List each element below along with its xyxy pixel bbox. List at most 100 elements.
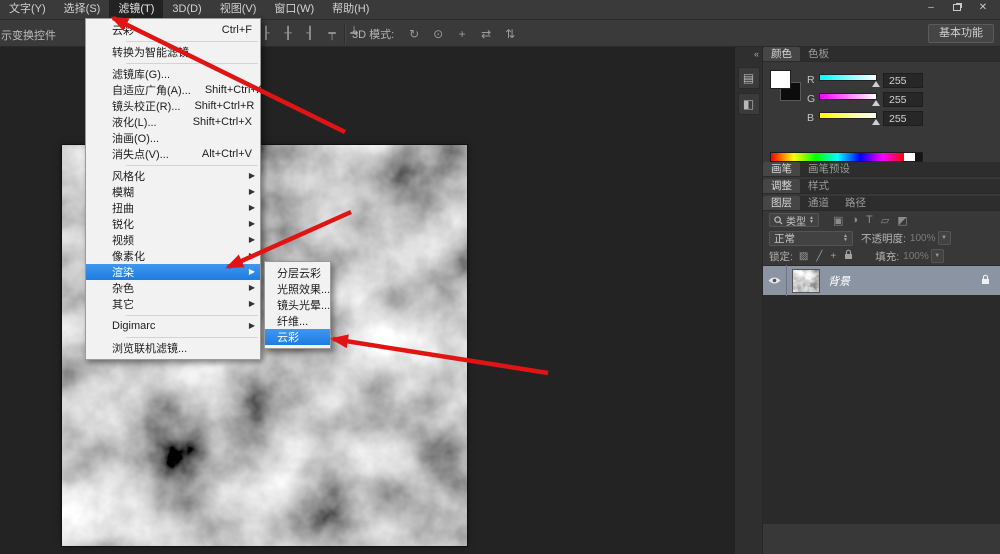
layer-name[interactable]: 背景 (828, 273, 850, 289)
red-slider-track[interactable] (819, 74, 877, 81)
fill-label: 填充: (875, 249, 899, 264)
filter-kind-dropdown[interactable]: 类型 ▲▼ (769, 213, 819, 227)
panel-tab[interactable]: 图层 (763, 196, 800, 210)
blue-value-field[interactable]: 255 (883, 111, 923, 126)
opacity-dropdown-button[interactable]: ▼ (938, 231, 951, 245)
submenu-item[interactable]: 镜头光晕... (265, 297, 330, 313)
filter-menu-item[interactable]: 风格化 ▶ (86, 168, 260, 184)
shape-layer-filter-icon[interactable]: ▱ (881, 214, 889, 227)
fill-value[interactable]: 100% (903, 251, 929, 262)
blue-slider-track[interactable] (819, 112, 877, 119)
collapse-panels-button[interactable]: « (735, 47, 762, 63)
3d-roll-icon[interactable]: ⊙ (430, 27, 446, 41)
menubar-item[interactable]: 窗口(W) (265, 0, 323, 19)
filter-menu-item[interactable]: 消失点(V)... Alt+Ctrl+V ▶ (86, 146, 260, 162)
adjustment-layer-filter-icon[interactable]: ◑ (851, 214, 858, 227)
panel-tab[interactable]: 画笔预设 (800, 162, 858, 176)
color-panel-tabs: 颜色色板 (763, 47, 1000, 62)
panel-tab[interactable]: 通道 (800, 196, 837, 210)
restore-button[interactable] (944, 0, 970, 16)
submenu-item[interactable]: 分层云彩 (265, 265, 330, 281)
filter-menu-item[interactable]: 模糊 ▶ (86, 184, 260, 200)
panel-tab[interactable]: 路径 (837, 196, 874, 210)
filter-menu-item[interactable]: 锐化 ▶ (86, 216, 260, 232)
align-bottom-edges-icon[interactable]: ┨ (302, 26, 318, 40)
menu-item-label: 杂色 (112, 280, 134, 296)
filter-menu-item[interactable]: 扭曲 ▶ (86, 200, 260, 216)
lock-move-icon[interactable]: + (830, 251, 836, 262)
filter-menu-item[interactable]: 其它 ▶ (86, 296, 260, 312)
green-value-field[interactable]: 255 (883, 92, 923, 107)
menubar-item[interactable]: 3D(D) (163, 0, 210, 19)
filter-menu-item[interactable]: 视频 ▶ (86, 232, 260, 248)
3d-slide-icon[interactable]: ⇄ (478, 27, 494, 41)
filter-menu-dropdown: 云彩 Ctrl+F ▶ ▶ 转换为智能滤镜 ▶ ▶ (85, 18, 261, 360)
filter-menu-item[interactable]: 镜头校正(R)... Shift+Ctrl+R ▶ (86, 98, 260, 114)
filter-menu-item[interactable]: 杂色 ▶ (86, 280, 260, 296)
lock-icons: ▨ ╱ + (799, 251, 836, 262)
menu-item-shortcut: Shift+Ctrl+R (180, 100, 254, 112)
green-slider-thumb[interactable] (872, 100, 880, 106)
lock-transparency-icon[interactable]: ▨ (799, 251, 808, 262)
fill-dropdown-button[interactable]: ▼ (931, 249, 944, 263)
submenu-item[interactable]: 纤维... (265, 313, 330, 329)
layer-lock-badge-icon (981, 274, 990, 288)
layer-thumbnail[interactable] (793, 270, 819, 292)
panel-tab[interactable]: 样式 (800, 179, 837, 193)
properties-panel-icon[interactable]: ◧ (738, 93, 760, 115)
history-panel-icon[interactable]: ▤ (738, 67, 760, 89)
lock-paint-icon[interactable]: ╱ (816, 251, 822, 262)
menu-item-label: 油画(O)... (112, 130, 159, 146)
workspace-switcher-button[interactable]: 基本功能 (928, 24, 994, 43)
color-spectrum-ramp[interactable] (770, 152, 923, 162)
panel-tab[interactable]: 画笔 (763, 162, 800, 176)
align-vertical-centers-icon[interactable]: ╂ (280, 26, 296, 40)
menubar-item[interactable]: 选择(S) (55, 0, 110, 19)
green-slider-track[interactable] (819, 93, 877, 100)
menubar-item[interactable]: 文字(Y) (0, 0, 55, 19)
foreground-color-swatch[interactable] (770, 70, 791, 89)
layer-visibility-cell[interactable] (763, 265, 787, 296)
close-button[interactable]: ✕ (970, 0, 996, 16)
opacity-value[interactable]: 100% (910, 233, 936, 244)
minimize-button[interactable]: – (918, 0, 944, 16)
menu-item-label: 浏览联机滤镜... (112, 340, 187, 356)
filter-menu-item[interactable]: 油画(O)... ▶ (86, 130, 260, 146)
filter-menu-item[interactable]: 渲染 ▶ (86, 264, 260, 280)
submenu-item[interactable]: 光照效果... (265, 281, 330, 297)
brush-panel-tabs: 画笔画笔预设 (763, 162, 1000, 177)
lock-label: 锁定: (769, 249, 793, 264)
menubar-item[interactable]: 帮助(H) (323, 0, 378, 19)
filter-menu-item[interactable]: 云彩 Ctrl+F ▶ (86, 22, 260, 38)
filter-menu-item[interactable]: 滤镜库(G)... ▶ (86, 66, 260, 82)
lock-all-icon[interactable] (844, 249, 853, 263)
submenu-arrow-icon: ▶ (249, 299, 255, 308)
background-layer-row[interactable]: 背景 (763, 265, 1000, 296)
filter-menu-item[interactable]: Digimarc ▶ (86, 318, 260, 334)
filter-menu-item[interactable]: 转换为智能滤镜 ▶ (86, 44, 260, 60)
black-chip (915, 153, 922, 161)
blue-slider-thumb[interactable] (872, 119, 880, 125)
menubar-item[interactable]: 滤镜(T) (109, 0, 163, 19)
red-slider-thumb[interactable] (872, 81, 880, 87)
filter-menu-item[interactable]: 浏览联机滤镜... ▶ (86, 340, 260, 356)
menu-item-label: 云彩 (112, 22, 134, 38)
filter-menu-item[interactable]: 像素化 ▶ (86, 248, 260, 264)
panel-tab[interactable]: 调整 (763, 179, 800, 193)
type-layer-filter-icon[interactable]: T (866, 214, 873, 227)
filter-menu-item[interactable]: 自适应广角(A)... Shift+Ctrl+A ▶ (86, 82, 260, 98)
panel-tab[interactable]: 颜色 (763, 47, 800, 61)
3d-rotate-icon[interactable]: ↻ (406, 27, 422, 41)
red-value-field[interactable]: 255 (883, 73, 923, 88)
menubar-item[interactable]: 视图(V) (211, 0, 266, 19)
blend-mode-select[interactable]: 正常 ▲▼ (769, 231, 853, 246)
panel-tab[interactable]: 色板 (800, 47, 837, 61)
submenu-item[interactable]: 云彩 (265, 329, 330, 345)
distribute-horizontal-icon[interactable]: ┯ (324, 26, 340, 40)
3d-pan-icon[interactable]: + (454, 27, 470, 41)
filter-menu-item[interactable]: 液化(L)... Shift+Ctrl+X ▶ (86, 114, 260, 130)
3d-scale-icon[interactable]: ⇅ (502, 27, 518, 41)
menu-item-label: 云彩 (277, 329, 299, 345)
pixel-layer-filter-icon[interactable]: ▣ (833, 214, 843, 227)
smart-object-filter-icon[interactable]: ◩ (897, 214, 907, 227)
